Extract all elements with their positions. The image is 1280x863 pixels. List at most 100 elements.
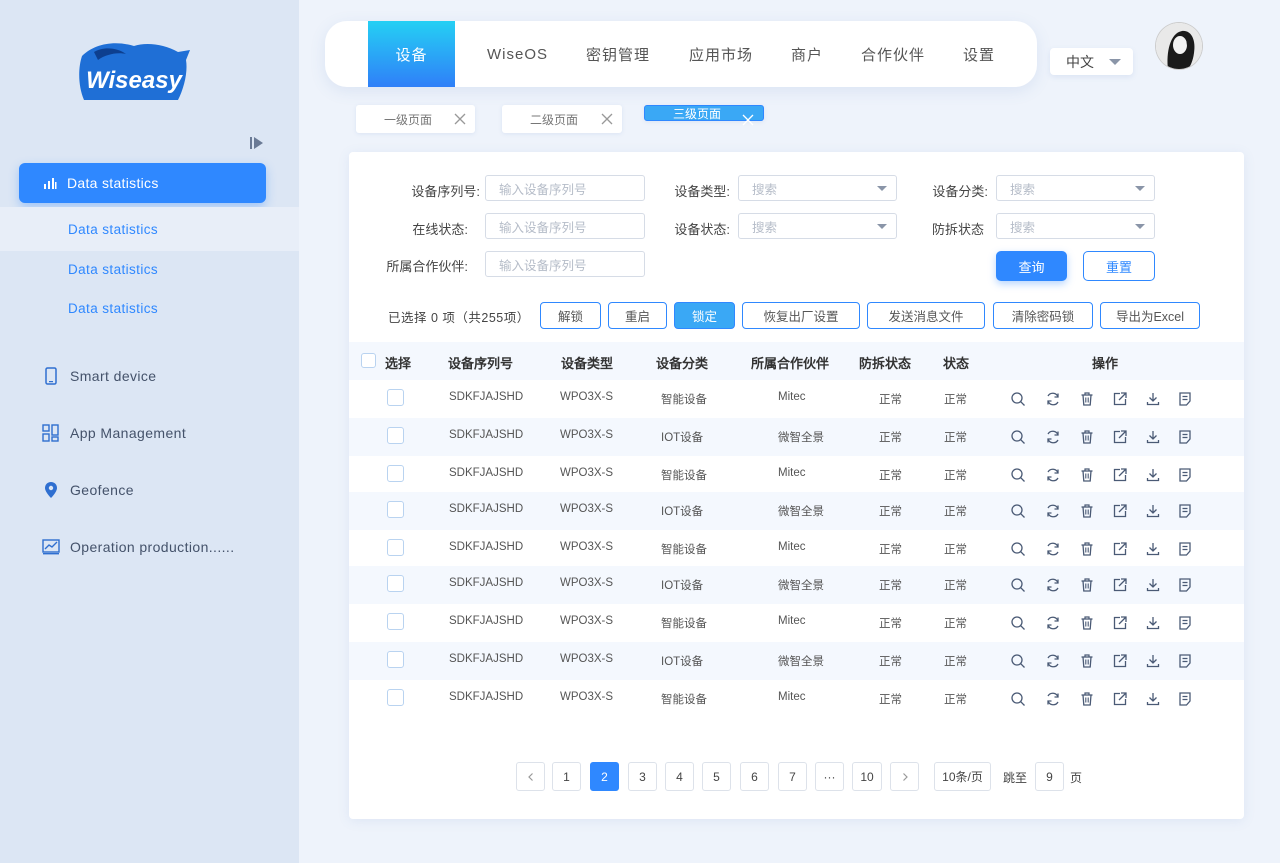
category-select[interactable]: 搜索 [996,175,1155,201]
download-icon[interactable] [1145,653,1161,669]
tab-app-market[interactable]: 应用市场 [689,21,753,87]
download-icon[interactable] [1145,391,1161,407]
download-icon[interactable] [1145,577,1161,593]
row-checkbox[interactable] [387,465,404,482]
query-button[interactable]: 查询 [996,251,1067,281]
search-icon[interactable] [1010,691,1026,707]
document-icon[interactable] [1177,391,1193,407]
row-checkbox[interactable] [387,689,404,706]
refresh-icon[interactable] [1045,653,1061,669]
page-tab-1[interactable]: 一级页面 [356,105,475,133]
refresh-icon[interactable] [1045,615,1061,631]
refresh-icon[interactable] [1045,429,1061,445]
row-checkbox[interactable] [387,539,404,556]
refresh-icon[interactable] [1045,691,1061,707]
row-checkbox[interactable] [387,575,404,592]
external-link-icon[interactable] [1112,577,1128,593]
tab-device[interactable]: 设备 [368,21,455,87]
online-input[interactable]: 输入设备序列号 [485,213,645,239]
download-icon[interactable] [1145,429,1161,445]
external-link-icon[interactable] [1112,615,1128,631]
clear-password-lock-button[interactable]: 清除密码锁 [993,302,1093,329]
search-icon[interactable] [1010,653,1026,669]
document-icon[interactable] [1177,467,1193,483]
next-page-button[interactable] [890,762,919,791]
row-checkbox[interactable] [387,389,404,406]
send-message-file-button[interactable]: 发送消息文件 [867,302,985,329]
refresh-icon[interactable] [1045,467,1061,483]
download-icon[interactable] [1145,541,1161,557]
external-link-icon[interactable] [1112,429,1128,445]
trash-icon[interactable] [1079,653,1095,669]
download-icon[interactable] [1145,503,1161,519]
page-button[interactable]: 1 [552,762,581,791]
document-icon[interactable] [1177,503,1193,519]
document-icon[interactable] [1177,429,1193,445]
refresh-icon[interactable] [1045,503,1061,519]
external-link-icon[interactable] [1112,503,1128,519]
search-icon[interactable] [1010,391,1026,407]
sidebar-subitem-1[interactable]: Data statistics [0,207,299,251]
restart-button[interactable]: 重启 [608,302,667,329]
refresh-icon[interactable] [1045,391,1061,407]
tamper-select[interactable]: 搜索 [996,213,1155,239]
status-select[interactable]: 搜索 [738,213,897,239]
document-icon[interactable] [1177,577,1193,593]
trash-icon[interactable] [1079,541,1095,557]
document-icon[interactable] [1177,541,1193,557]
page-size-select[interactable]: 10条/页 [934,762,991,791]
row-checkbox[interactable] [387,613,404,630]
external-link-icon[interactable] [1112,391,1128,407]
external-link-icon[interactable] [1112,541,1128,557]
language-select[interactable]: 中文 [1050,48,1133,75]
sidebar-item-smart-device[interactable]: Smart device [42,367,157,385]
reset-button[interactable]: 重置 [1083,251,1155,281]
select-all-checkbox[interactable] [361,353,376,368]
external-link-icon[interactable] [1112,467,1128,483]
close-icon[interactable] [453,112,467,126]
sidebar-item-app-management[interactable]: App Management [42,424,186,442]
page-button[interactable]: 5 [702,762,731,791]
download-icon[interactable] [1145,691,1161,707]
page-button[interactable]: 7 [778,762,807,791]
sidebar-item-operation-production[interactable]: Operation production...... [42,538,235,556]
prev-page-button[interactable] [516,762,545,791]
search-icon[interactable] [1010,429,1026,445]
unlock-button[interactable]: 解锁 [540,302,601,329]
external-link-icon[interactable] [1112,691,1128,707]
sidebar-item-data-statistics[interactable]: Data statistics [19,163,266,203]
row-checkbox[interactable] [387,427,404,444]
trash-icon[interactable] [1079,503,1095,519]
page-button[interactable]: 4 [665,762,694,791]
page-button[interactable]: ··· [815,762,844,791]
trash-icon[interactable] [1079,577,1095,593]
search-icon[interactable] [1010,541,1026,557]
page-button[interactable]: 10 [852,762,882,791]
page-button[interactable]: 6 [740,762,769,791]
tab-wiseos[interactable]: WiseOS [487,21,548,87]
document-icon[interactable] [1177,691,1193,707]
tab-settings[interactable]: 设置 [963,21,995,87]
tab-merchant[interactable]: 商户 [791,21,823,87]
trash-icon[interactable] [1079,691,1095,707]
page-button[interactable]: 2 [590,762,619,791]
trash-icon[interactable] [1079,391,1095,407]
sidebar-item-geofence[interactable]: Geofence [42,481,134,499]
partner-input[interactable]: 输入设备序列号 [485,251,645,277]
document-icon[interactable] [1177,653,1193,669]
factory-reset-button[interactable]: 恢复出厂设置 [742,302,860,329]
avatar[interactable] [1156,23,1202,69]
trash-icon[interactable] [1079,467,1095,483]
external-link-icon[interactable] [1112,653,1128,669]
goto-page-input[interactable]: 9 [1035,762,1064,791]
page-button[interactable]: 3 [628,762,657,791]
trash-icon[interactable] [1079,615,1095,631]
search-icon[interactable] [1010,467,1026,483]
refresh-icon[interactable] [1045,577,1061,593]
search-icon[interactable] [1010,577,1026,593]
search-icon[interactable] [1010,615,1026,631]
row-checkbox[interactable] [387,651,404,668]
row-checkbox[interactable] [387,501,404,518]
type-select[interactable]: 搜索 [738,175,897,201]
tab-key-management[interactable]: 密钥管理 [586,21,650,87]
